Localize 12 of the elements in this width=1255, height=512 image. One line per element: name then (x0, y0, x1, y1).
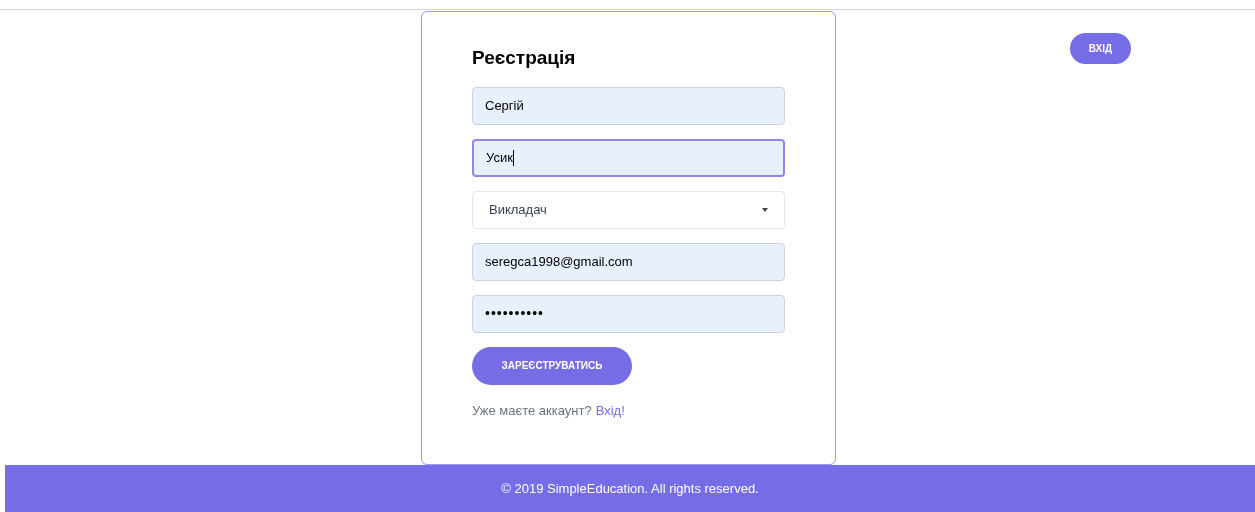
input-field[interactable]: Усик (472, 138, 785, 177)
login-button[interactable]: ВХІД (1070, 33, 1131, 64)
caret-icon (762, 207, 768, 212)
input-field[interactable]: Сергій (472, 86, 785, 125)
login-link[interactable]: Вхід! (595, 400, 625, 420)
input-field[interactable]: seregca1998@gmail.com (472, 242, 785, 281)
role-select[interactable]: Викладач (472, 190, 785, 229)
password-field[interactable]: •••••••••• (472, 294, 785, 333)
register-button[interactable]: ЗАРЕЄСТРУВАТИСЬ (472, 346, 632, 385)
copyright-text: © 2019 SimpleEducation. All rights reserved. (501, 480, 759, 499)
login-prompt: Уже маєте аккаунт? (472, 401, 592, 420)
form-title: Реєстрація (472, 46, 576, 70)
